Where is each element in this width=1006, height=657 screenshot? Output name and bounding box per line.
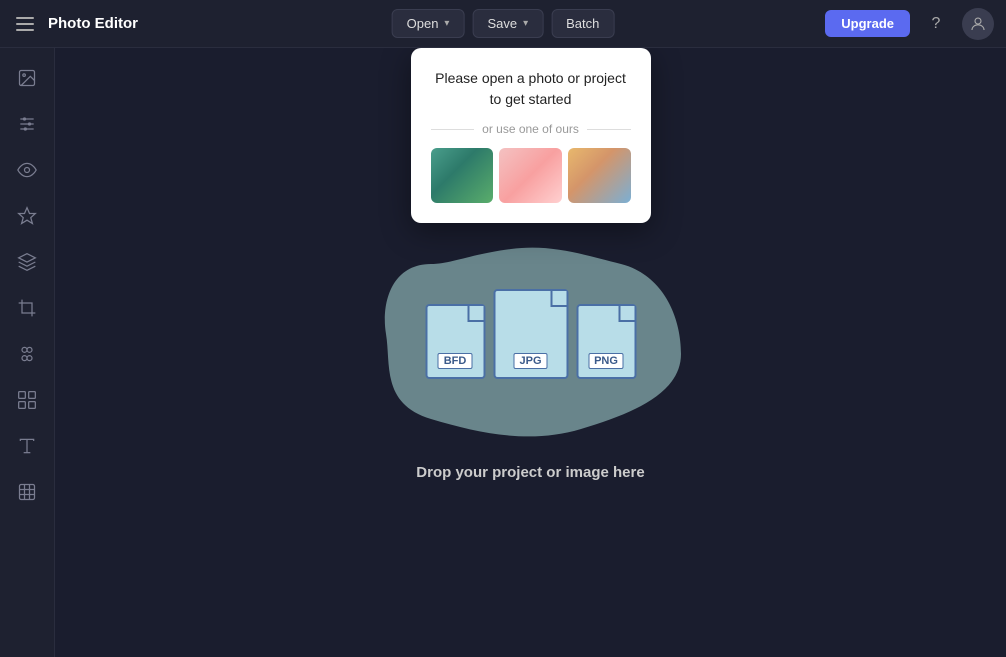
sidebar-item-magic[interactable] [7,196,47,236]
sidebar-item-image[interactable] [7,58,47,98]
header: Photo Editor Open ▾ Save ▾ Batch Upgrade… [0,0,1006,48]
avatar[interactable] [962,8,994,40]
popup-divider-text: or use one of ours [482,122,579,136]
sample-image-city[interactable] [568,148,631,203]
sample-image-van[interactable] [431,148,494,203]
main-layout: Please open a photo or project to get st… [0,48,1006,657]
app-title: Photo Editor [48,15,138,32]
sidebar-item-layers[interactable] [7,334,47,374]
sidebar-item-paint[interactable] [7,242,47,282]
sidebar-item-preview[interactable] [7,150,47,190]
drop-zone[interactable]: BFD JPG PNG [371,224,691,481]
file-icon-jpg: JPG [493,289,568,379]
save-button[interactable]: Save ▾ [472,9,543,38]
batch-button[interactable]: Batch [551,9,614,38]
file-label-png: PNG [588,353,624,369]
canvas-area: Please open a photo or project to get st… [55,48,1006,657]
sample-image-person[interactable] [499,148,562,203]
blob-container: BFD JPG PNG [371,224,691,444]
header-center: Open ▾ Save ▾ Batch [392,9,615,38]
open-button[interactable]: Open ▾ [392,9,465,38]
open-dropdown-popup: Please open a photo or project to get st… [411,48,651,223]
file-icons: BFD JPG PNG [425,289,636,379]
upgrade-button[interactable]: Upgrade [825,10,910,37]
header-right: Upgrade ? [825,8,994,40]
file-icon-png: PNG [576,304,636,379]
sidebar-item-crop[interactable] [7,288,47,328]
save-chevron-icon: ▾ [523,18,528,29]
sample-images [431,148,631,203]
sidebar-item-text[interactable] [7,426,47,466]
sidebar [0,48,55,657]
sidebar-item-effects[interactable] [7,472,47,512]
open-chevron-icon: ▾ [444,18,449,29]
help-icon[interactable]: ? [920,8,952,40]
sidebar-item-adjustments[interactable] [7,104,47,144]
file-label-jpg: JPG [513,353,547,369]
file-icon-bfd: BFD [425,304,485,379]
sidebar-item-transform[interactable] [7,380,47,420]
menu-icon[interactable] [12,13,38,35]
file-label-bfd: BFD [438,353,473,369]
drop-text: Drop your project or image here [416,464,644,481]
popup-divider: or use one of ours [431,122,631,136]
popup-title: Please open a photo or project to get st… [431,68,631,110]
